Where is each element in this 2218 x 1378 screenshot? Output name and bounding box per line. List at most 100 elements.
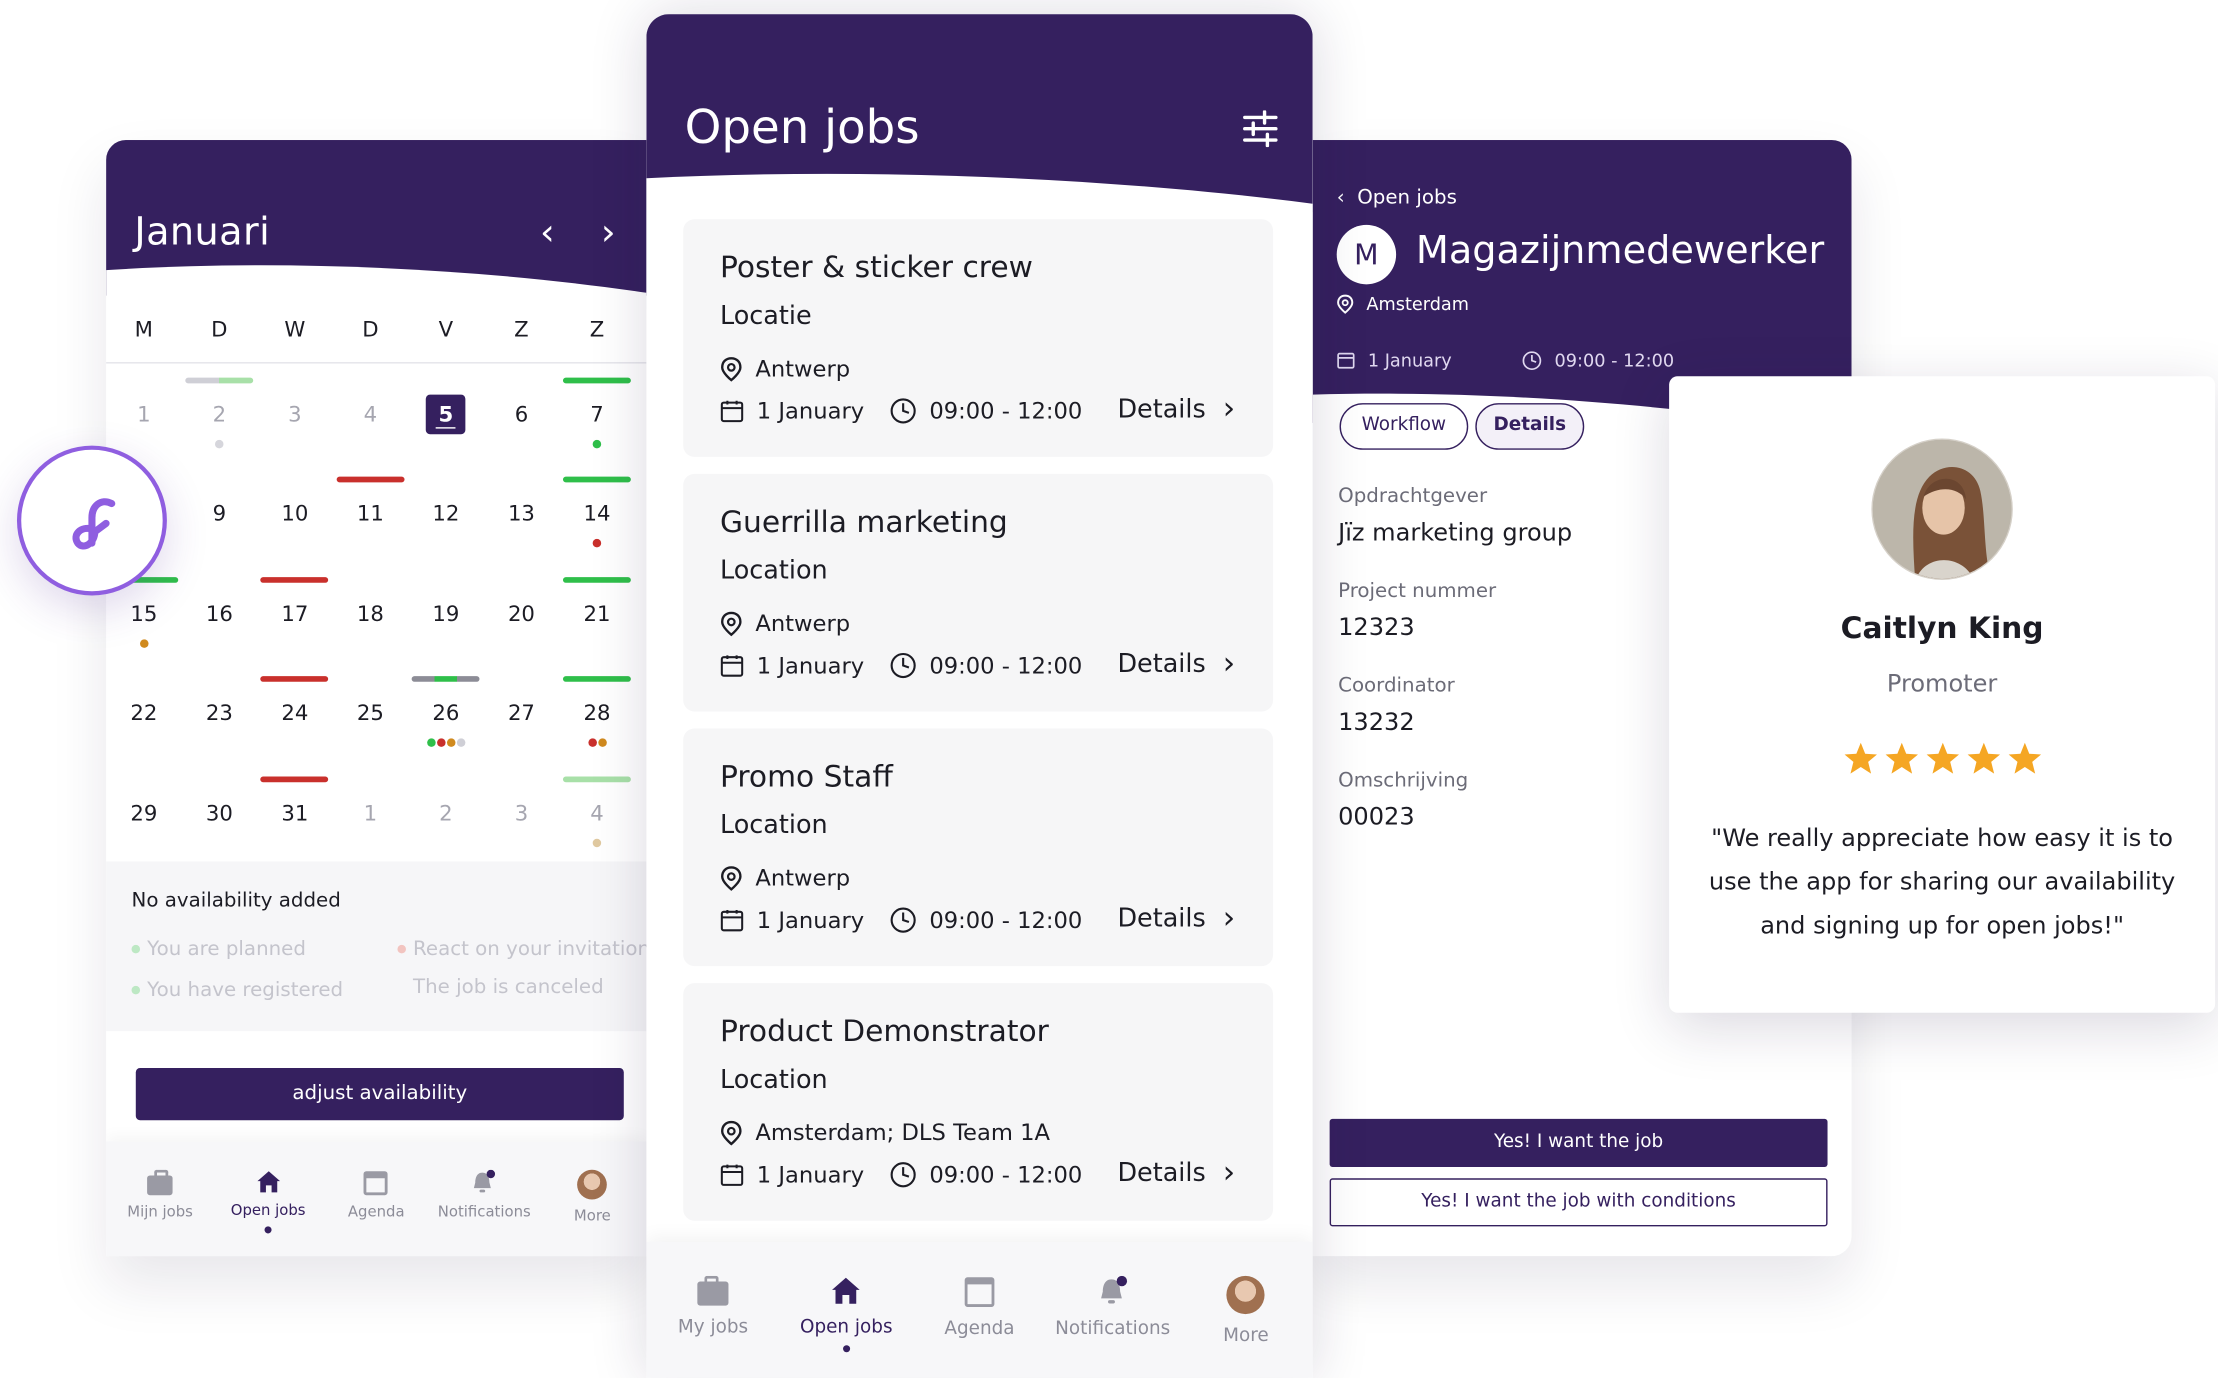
field-value: Jïz marketing group [1338, 519, 1573, 548]
star-icon [1925, 742, 1959, 774]
star-rating [1669, 741, 2215, 781]
calendar-day[interactable]: 19 [408, 565, 484, 665]
job-card[interactable]: Product Demonstrator Location Amsterdam; D… [683, 983, 1274, 1221]
legend-label: You are planned [147, 937, 306, 961]
day-number: 18 [356, 600, 384, 627]
tab-open-jobs[interactable]: Open jobs [783, 1276, 910, 1353]
brand-logo [16, 445, 167, 596]
calendar-day[interactable]: 17 [257, 565, 333, 665]
day-number: 11 [356, 501, 384, 527]
calendar-day[interactable]: 25 [333, 665, 409, 765]
location-label: Location [719, 810, 828, 841]
calendar-day[interactable]: 5 [408, 366, 484, 466]
calendar-day[interactable]: 29 [106, 765, 182, 865]
calendar-day[interactable]: 28 [559, 665, 635, 765]
tab-details[interactable]: Details [1475, 403, 1585, 450]
field-value: 12323 [1338, 613, 1415, 643]
details-link[interactable]: Details › [1117, 648, 1235, 679]
calendar-day[interactable]: 21 [559, 565, 635, 665]
job-card[interactable]: Poster & sticker crew Locatie Antwerp 1 Jan… [683, 219, 1274, 457]
details-link[interactable]: Details › [1117, 393, 1235, 424]
calendar-day[interactable]: 6 [484, 366, 560, 466]
calendar-day[interactable]: 14 [559, 466, 635, 566]
calendar-day[interactable]: 2 [182, 366, 258, 466]
filter-icon[interactable] [1242, 110, 1279, 148]
location-label: Location [719, 555, 828, 586]
tab-open-jobs[interactable]: Open jobs [219, 1170, 318, 1234]
job-time: 09:00 - 12:00 [890, 397, 1082, 424]
back-label: Open jobs [1357, 186, 1457, 210]
chevron-left-icon[interactable]: ‹ [530, 214, 564, 254]
calendar-day[interactable]: 3 [257, 366, 333, 466]
calendar-day[interactable]: 30 [182, 765, 258, 865]
day-number: 7 [590, 401, 604, 428]
tab-notifications[interactable]: Notifications [435, 1169, 534, 1221]
status-dot [446, 738, 456, 748]
day-number: 13 [507, 501, 535, 527]
job-date: 1 January [1337, 349, 1452, 371]
job-card[interactable]: Guerrilla marketing Location Antwerp 1 Janu… [683, 473, 1274, 712]
tab-agenda[interactable]: Agenda [916, 1276, 1043, 1340]
tab-my-jobs[interactable]: Mijn jobs [111, 1169, 210, 1221]
day-number: 26 [432, 700, 460, 726]
calendar-day[interactable]: 24 [257, 665, 333, 765]
calendar-day[interactable]: 31 [257, 765, 333, 865]
want-job-button[interactable]: Yes! I want the job [1329, 1118, 1828, 1167]
tab-my-jobs[interactable]: My jobs [649, 1275, 776, 1339]
calendar-day[interactable]: 9 [182, 466, 258, 566]
weekday-label: Z [589, 316, 605, 343]
day-number: 31 [281, 799, 309, 826]
day-number: 24 [281, 700, 309, 726]
want-job-with-conditions-button[interactable]: Yes! I want the job with conditions [1329, 1178, 1828, 1227]
page-title: Open jobs [684, 99, 920, 155]
calendar-day[interactable]: 11 [333, 466, 409, 566]
details-link[interactable]: Details › [1117, 1157, 1235, 1188]
calendar-day[interactable]: 4 [559, 765, 635, 865]
chevron-right-icon[interactable]: › [591, 214, 625, 254]
tab-more[interactable]: More [1182, 1275, 1309, 1347]
tab-notifications[interactable]: Notifications [1049, 1275, 1176, 1340]
date-label: 1 January [756, 906, 865, 934]
calendar-day[interactable]: 23 [182, 665, 258, 765]
status-dots [559, 439, 635, 449]
tab-more[interactable]: More [543, 1169, 642, 1225]
calendar-day[interactable]: 4 [333, 366, 409, 466]
job-card[interactable]: Promo Staff Location Antwerp 1 January 09:00… [683, 728, 1274, 967]
calendar-day[interactable]: 22 [106, 665, 182, 765]
location-label: Location [719, 1065, 828, 1095]
tab-label: More [1223, 1325, 1269, 1347]
calendar-day[interactable]: 2 [408, 765, 484, 865]
legend-item-invitation: React on your invitation [397, 938, 646, 960]
calendar-day[interactable]: 27 [484, 665, 560, 765]
calendar-day[interactable]: 16 [182, 565, 258, 665]
adjust-availability-button[interactable]: adjust availability [135, 1067, 624, 1121]
day-number: 6 [514, 401, 529, 428]
calendar-grid: 1234567891011121314151617181920212223242… [106, 366, 646, 864]
page-title: Magazijnmedewerker [1415, 229, 1825, 273]
calendar-day[interactable]: 18 [333, 565, 409, 665]
calendar-day[interactable]: 7 [559, 366, 635, 466]
calendar-day[interactable]: 13 [484, 466, 560, 566]
date-label: 1 January [756, 652, 865, 679]
day-number: 9 [212, 501, 227, 527]
job-time: 09:00 - 12:00 [890, 907, 1082, 934]
tab-label: My jobs [677, 1316, 749, 1339]
chevron-right-icon: › [1222, 900, 1236, 936]
calendar-day[interactable]: 26 [408, 665, 484, 765]
tab-label: Mijn jobs [127, 1203, 193, 1221]
day-number: 25 [356, 700, 384, 726]
tab-agenda[interactable]: Agenda [327, 1170, 426, 1221]
testimonial-quote: "We really appreciate how easy it is to … [1708, 824, 2176, 941]
active-indicator [264, 1226, 272, 1234]
calendar-day[interactable]: 12 [408, 466, 484, 566]
calendar-day[interactable]: 1 [333, 765, 409, 865]
back-link[interactable]: ‹ Open jobs [1337, 187, 1457, 210]
calendar-day[interactable]: 20 [484, 565, 560, 665]
tab-workflow[interactable]: Workflow [1339, 403, 1469, 450]
calendar-day[interactable]: 3 [484, 765, 560, 865]
calendar-day[interactable]: 10 [257, 466, 333, 566]
legend-title: No availability added [131, 889, 341, 913]
weekday-label: M [134, 316, 154, 343]
details-link[interactable]: Details › [1117, 900, 1236, 936]
field-label: Omschrijving [1338, 769, 1469, 793]
